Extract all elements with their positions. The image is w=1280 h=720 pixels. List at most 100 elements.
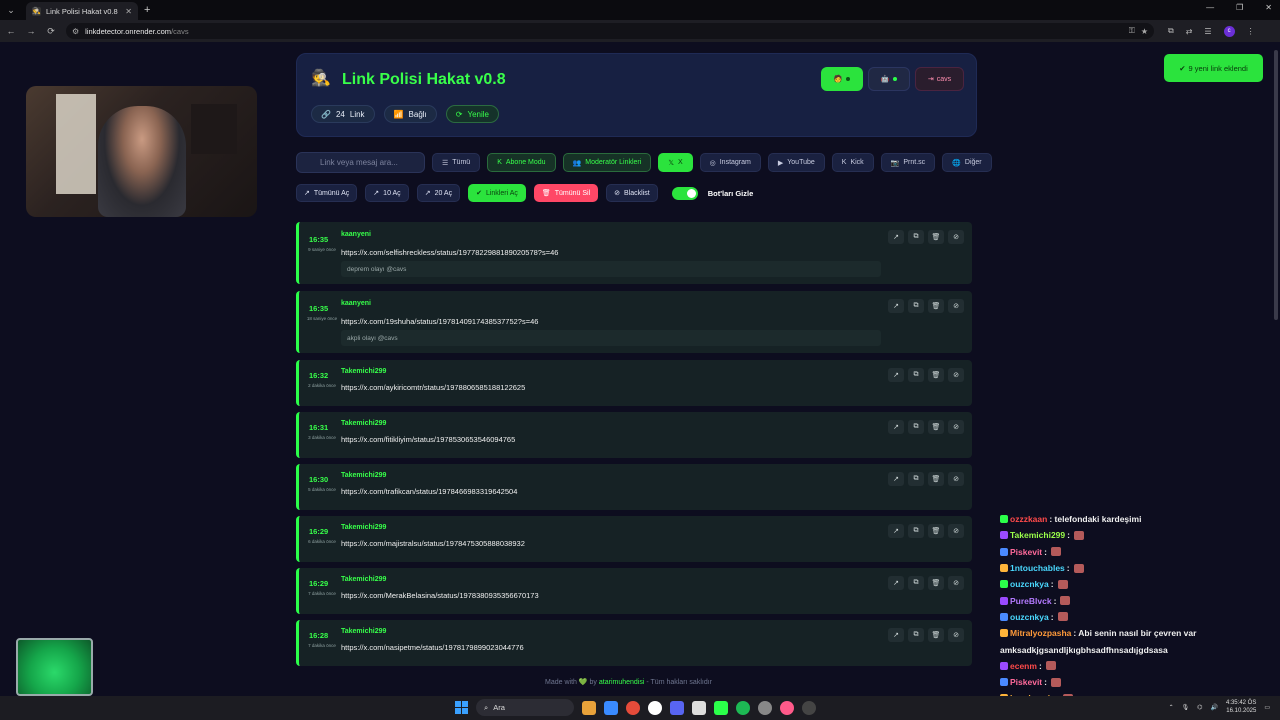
tab-search-icon[interactable]: ⌄ [2, 1, 20, 19]
footer-author[interactable]: atarimuhendisi [599, 679, 645, 686]
block-icon[interactable]: ⊘ [948, 576, 964, 590]
site-info-icon[interactable]: ⚙ [72, 27, 79, 36]
copy-icon[interactable]: ⧉ [908, 299, 924, 313]
link-card[interactable]: 16:29 7 dakika önce Takemichi299 https://x.… [296, 568, 972, 614]
tray-chevron-icon[interactable]: ⌃ [1169, 704, 1174, 711]
open-link-icon[interactable]: ↗ [888, 230, 904, 244]
open-link-icon[interactable]: ↗ [888, 368, 904, 382]
link-card[interactable]: 16:30 5 dakika önce Takemichi299 https://x.… [296, 464, 972, 510]
delete-icon[interactable]: 🗑 [928, 299, 944, 313]
open-link-icon[interactable]: ↗ [888, 628, 904, 642]
chat-user[interactable]: 1ntouchables [1010, 563, 1065, 573]
mic-icon[interactable]: 🎙 [1182, 704, 1190, 711]
filter-youtube[interactable]: ▶ YouTube [767, 153, 825, 172]
link-url[interactable]: https://x.com/selfishreckless/status/197… [341, 248, 558, 257]
new-tab-icon[interactable]: + [144, 4, 150, 16]
filter-kick[interactable]: K Kick [831, 153, 874, 172]
block-icon[interactable]: ⊘ [948, 299, 964, 313]
refresh-button[interactable]: ⟳ Yenile [445, 105, 499, 123]
copy-icon[interactable]: ⧉ [908, 368, 924, 382]
search-input[interactable]: Link veya mesaj ara... [296, 152, 425, 173]
filter-other[interactable]: 🌐 Diğer [942, 153, 992, 172]
chat-user[interactable]: PureBlvck [1010, 596, 1052, 606]
maximize-icon[interactable]: ❐ [1236, 3, 1243, 12]
link-card[interactable]: 16:35 9 saniye önce kaanyeni https://x.com/… [296, 222, 972, 284]
open-all-button[interactable]: ↗ Tümünü Aç [296, 184, 358, 202]
link-url[interactable]: https://x.com/aykiricomtr/status/1978806… [341, 383, 525, 392]
open-link-icon[interactable]: ↗ [888, 524, 904, 538]
link-user[interactable]: Takemichi299 [341, 368, 386, 375]
link-url[interactable]: https://x.com/trafikcan/status/197846698… [341, 487, 517, 496]
logout-button[interactable]: ⇥ cavs [915, 67, 964, 91]
open-link-icon[interactable]: ↗ [888, 472, 904, 486]
link-card[interactable]: 16:31 3 dakika önce Takemichi299 https://x.… [296, 412, 972, 458]
blacklist-button[interactable]: ⊘ Blacklist [606, 184, 658, 202]
chrome-app-icon[interactable] [626, 700, 640, 715]
chat-user[interactable]: Piskevit [1010, 677, 1042, 687]
start-icon[interactable] [455, 701, 468, 714]
app-icon[interactable] [758, 700, 772, 715]
link-user[interactable]: kaanyeni [341, 231, 371, 238]
profile-avatar[interactable]: c [1223, 25, 1235, 37]
delete-all-button[interactable]: 🗑 Tümünü Sil [533, 184, 599, 202]
discord-app-icon[interactable] [670, 700, 684, 715]
browser-menu-icon[interactable]: ⋮ [1247, 27, 1255, 36]
filter-x[interactable]: 𝕏X [658, 153, 693, 172]
chat-user[interactable]: ouzcnkya [1010, 579, 1049, 589]
block-icon[interactable]: ⊘ [948, 420, 964, 434]
chat-user[interactable]: ouzcnkya [1010, 612, 1049, 622]
block-icon[interactable]: ⊘ [948, 230, 964, 244]
chat-user[interactable]: Piskevit [1010, 547, 1042, 557]
chat-user[interactable]: ozzzkaan [1010, 514, 1047, 524]
browser-tab[interactable]: 🕵 Link Polisi Hakat v0.8 ✕ [26, 2, 138, 20]
notification-icon[interactable]: ▭ [1264, 704, 1270, 711]
link-url[interactable]: https://x.com/majistralsu/status/1978475… [341, 539, 525, 548]
link-user[interactable]: kaanyeni [341, 300, 371, 307]
block-icon[interactable]: ⊘ [948, 628, 964, 642]
link-card[interactable]: 16:32 2 dakika önce Takemichi299 https://x.… [296, 360, 972, 406]
delete-icon[interactable]: 🗑 [928, 368, 944, 382]
password-icon[interactable]: ⚿ [1129, 26, 1135, 36]
link-card[interactable]: 16:29 6 dakika önce Takemichi299 https://x.… [296, 516, 972, 562]
spotify-app-icon[interactable] [736, 700, 750, 715]
tab-manager-icon[interactable]: ☰ [1204, 27, 1211, 36]
open-checked-button[interactable]: ✔ Linkleri Aç [468, 184, 526, 202]
open-10-button[interactable]: ↗ 10 Aç [365, 184, 409, 202]
link-card[interactable]: 16:35 18 saniye önce kaanyeni https://x.com… [296, 291, 972, 353]
link-url[interactable]: https://x.com/nasipetme/status/197817989… [341, 643, 524, 652]
app-icon[interactable] [648, 700, 662, 715]
link-user[interactable]: Takemichi299 [341, 472, 386, 479]
link-card[interactable]: 16:28 7 dakika önce Takemichi299 https://x.… [296, 620, 972, 666]
filter-all[interactable]: ☰ Tümü [432, 153, 481, 172]
block-icon[interactable]: ⊘ [948, 368, 964, 382]
page-scrollbar[interactable] [1274, 46, 1279, 696]
cast-icon[interactable]: ⇄ [1186, 27, 1193, 36]
close-window-icon[interactable]: ✕ [1265, 3, 1272, 12]
volume-icon[interactable]: 🔊 [1210, 704, 1217, 711]
bot-status-button[interactable]: 🤖 [868, 67, 910, 91]
delete-icon[interactable]: 🗑 [928, 524, 944, 538]
filter-moderator-links[interactable]: 👥 Moderatör Linkleri [562, 153, 652, 172]
back-icon[interactable]: ← [2, 26, 20, 36]
bookmark-star-icon[interactable]: ★ [1141, 27, 1148, 36]
block-icon[interactable]: ⊘ [948, 524, 964, 538]
copy-icon[interactable]: ⧉ [908, 230, 924, 244]
chat-user[interactable]: Takemichi299 [1010, 530, 1065, 540]
delete-icon[interactable]: 🗑 [928, 420, 944, 434]
filter-subscriber-mode[interactable]: K Abone Modu [487, 153, 556, 172]
delete-icon[interactable]: 🗑 [928, 472, 944, 486]
obs-app-icon[interactable] [802, 700, 816, 715]
copilot-app-icon[interactable] [604, 700, 618, 715]
delete-icon[interactable]: 🗑 [928, 576, 944, 590]
link-url[interactable]: https://x.com/19shuha/status/19781409174… [341, 317, 538, 326]
block-icon[interactable]: ⊘ [948, 472, 964, 486]
filter-instagram[interactable]: ◎ Instagram [699, 153, 761, 172]
tab-close-icon[interactable]: ✕ [125, 7, 132, 16]
chat-user[interactable]: ecenm [1010, 661, 1037, 671]
link-user[interactable]: Takemichi299 [341, 524, 386, 531]
url-bar[interactable]: ⚙ linkdetector.onrender.com /cavs ⚿ ★ [66, 23, 1154, 39]
reload-icon[interactable]: ⟳ [42, 26, 60, 37]
minimize-icon[interactable]: — [1206, 3, 1214, 12]
link-user[interactable]: Takemichi299 [341, 576, 386, 583]
copy-icon[interactable]: ⧉ [908, 576, 924, 590]
